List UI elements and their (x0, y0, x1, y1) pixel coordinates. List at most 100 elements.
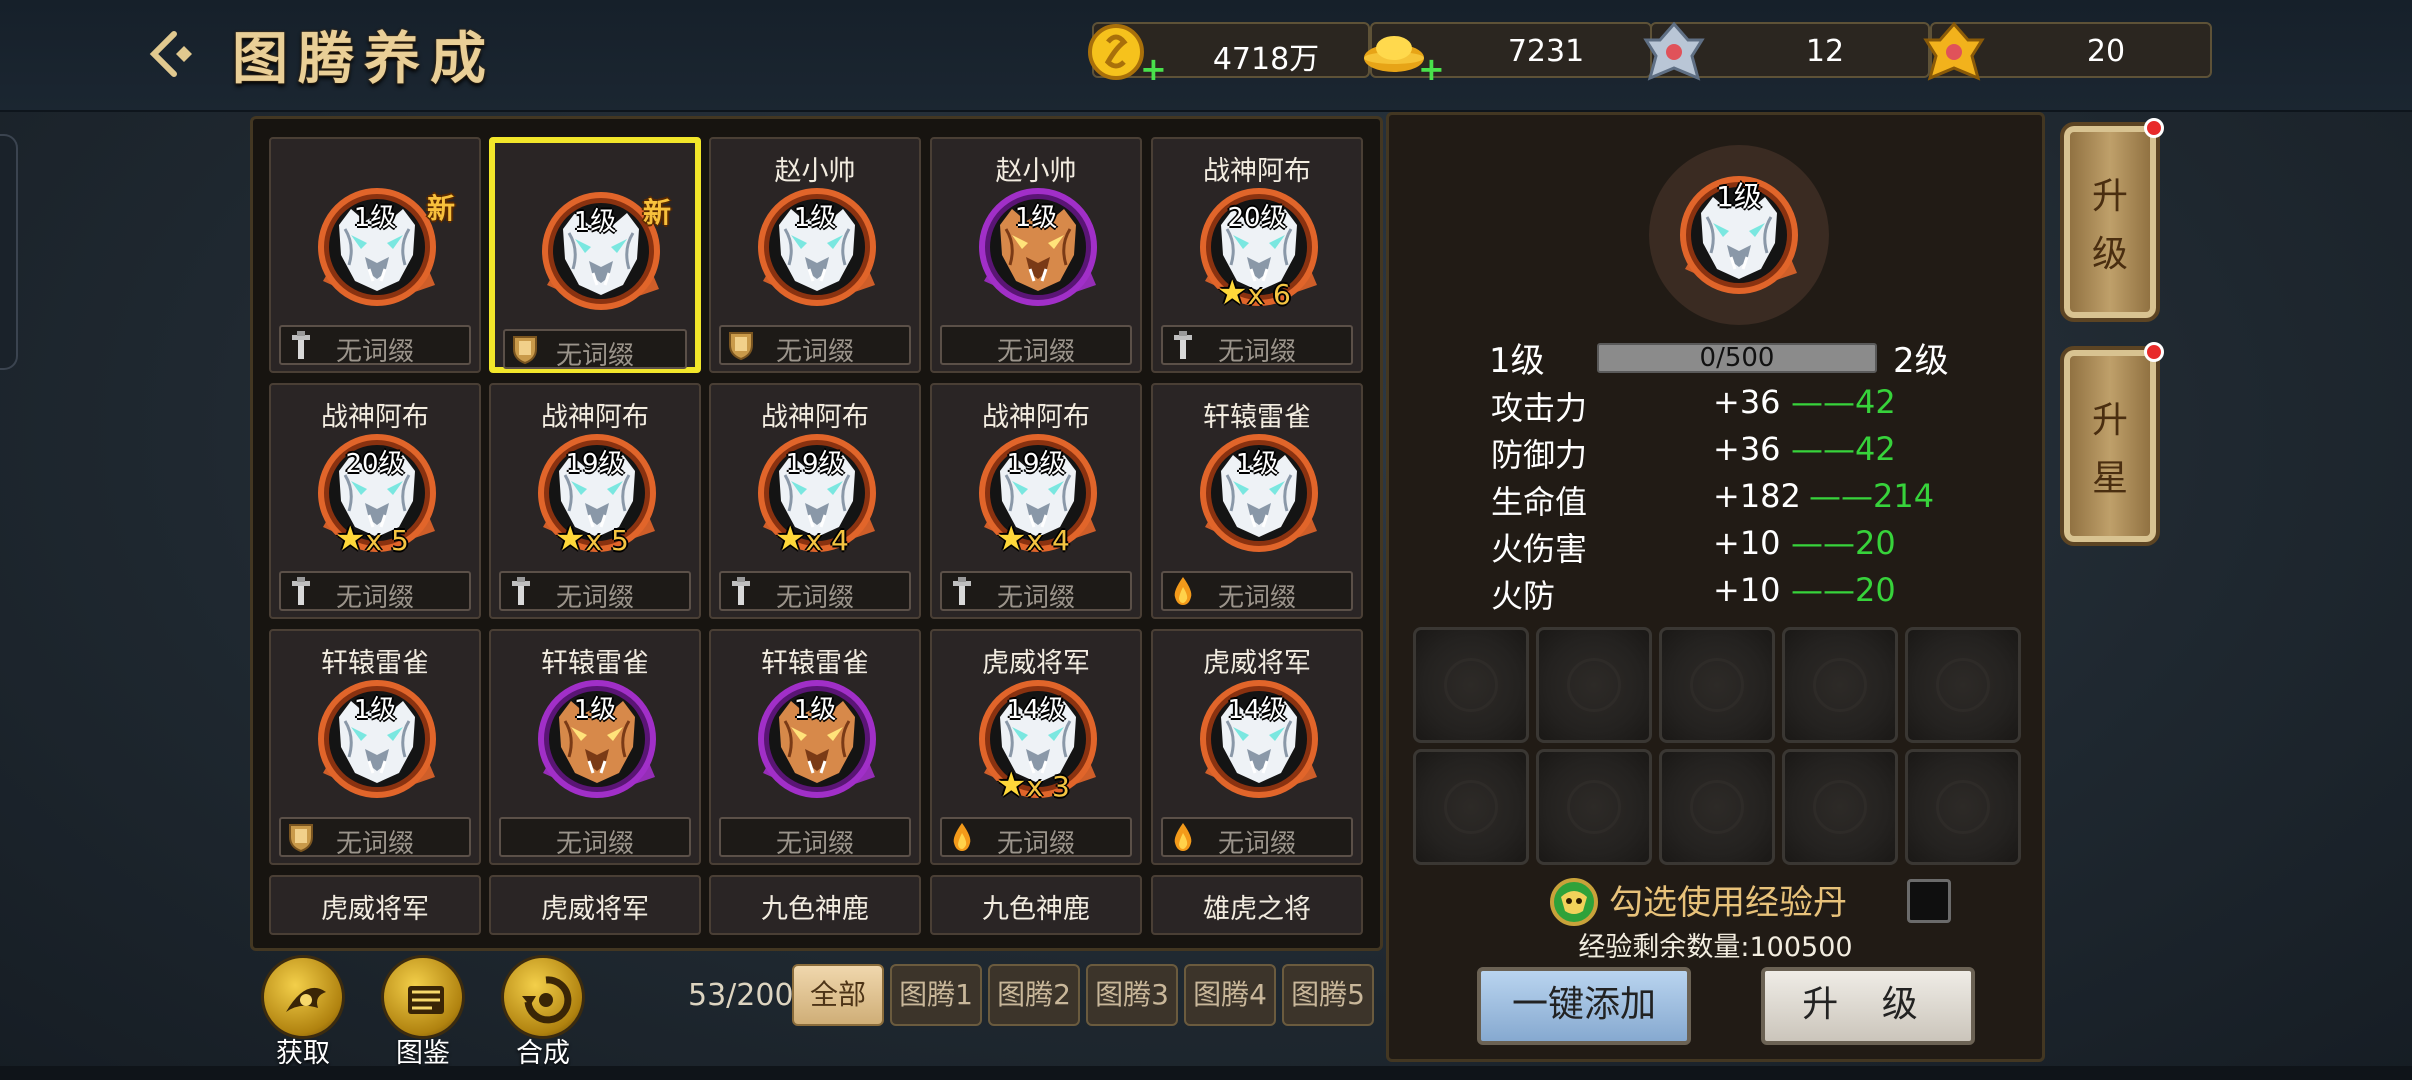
star-icon: ★ (775, 519, 806, 559)
stat-name: 生命值 (1491, 483, 1588, 521)
affix-text: 无词缀 (555, 583, 634, 613)
silver-token-icon (1643, 21, 1705, 81)
star-count-text: x 5 (365, 524, 409, 557)
stat-value: +10 (1713, 571, 1781, 609)
totem-card[interactable]: 轩辕雷雀 1级 无词缀 (489, 629, 701, 865)
star-count-text: x 6 (1247, 278, 1291, 311)
page-title: 图腾养成 (232, 26, 496, 92)
totem-grid-panel: 1级新无词缀 1级新无词缀 赵小帅 1级 无词缀 赵小帅 1级 无词缀 战神阿布 20级 ★… (250, 116, 1383, 951)
selected-totem-level: 1级 (1716, 180, 1762, 213)
totem-card[interactable]: 虎威将军 (489, 875, 701, 935)
totem-card[interactable]: 轩辕雷雀 1级 无词缀 (269, 629, 481, 865)
stat-value: +182 (1713, 477, 1801, 515)
action-obtain-button[interactable]: 获取 (258, 955, 348, 1070)
filter-tab-all[interactable]: 全部 (792, 964, 884, 1026)
material-slot[interactable] (1659, 749, 1775, 865)
affix-text: 无词缀 (335, 583, 414, 613)
empty-slot-emblem-icon (1936, 780, 1990, 834)
totem-name: 轩辕雷雀 (761, 648, 869, 679)
affix-text: 无词缀 (335, 337, 414, 367)
material-slot[interactable] (1413, 627, 1529, 743)
affix-text: 无词缀 (775, 337, 854, 367)
use-exp-pill-label: 勾选使用经验丹 (1609, 883, 1847, 923)
totem-card[interactable]: 九色神鹿 (930, 875, 1142, 935)
filter-tab-totem-2[interactable]: 图腾2 (988, 964, 1080, 1026)
stat-row: 防御力 +36 ——42 (1491, 430, 1951, 474)
totem-name: 虎威将军 (321, 894, 429, 925)
totem-card[interactable]: 虎威将军 14级 无词缀 (1151, 629, 1363, 865)
totem-card[interactable]: 九色神鹿 (709, 875, 921, 935)
add-resource-icon[interactable]: + (1140, 50, 1167, 88)
star-icon: ★ (996, 765, 1027, 805)
side-tab-star-up[interactable]: 升星 (2060, 342, 2164, 546)
totem-card[interactable]: 1级新无词缀 (269, 137, 481, 373)
totem-name: 虎威将军 (1203, 648, 1311, 679)
stat-value: +10 (1713, 524, 1781, 562)
totem-card[interactable]: 虎威将军 14级 ★x 3 无词缀 (930, 629, 1142, 865)
totem-card[interactable]: 战神阿布 20级 ★x 5 无词缀 (269, 383, 481, 619)
material-slot[interactable] (1536, 749, 1652, 865)
resource-gold-coin[interactable]: +4718万 (1088, 22, 1370, 88)
affix-box: 无词缀 (1161, 325, 1353, 367)
action-handbook-button[interactable]: 图鉴 (378, 955, 468, 1070)
star-icon: ★ (335, 519, 366, 559)
stat-row: 火防 +10 ——20 (1491, 571, 1951, 615)
totem-card[interactable]: 轩辕雷雀 1级 无词缀 (1151, 383, 1363, 619)
notification-dot (2144, 342, 2164, 362)
side-drawer-handle[interactable] (0, 134, 18, 370)
one-click-add-button[interactable]: 一键添加 (1477, 967, 1691, 1045)
totem-card[interactable]: 赵小帅 1级 无词缀 (930, 137, 1142, 373)
side-tab-upgrade[interactable]: 升级 (2060, 118, 2164, 322)
star-count-text: x 5 (585, 524, 629, 557)
filter-tab-totem-5[interactable]: 图腾5 (1282, 964, 1374, 1026)
filter-tab-totem-3[interactable]: 图腾3 (1086, 964, 1178, 1026)
filter-tab-totem-4[interactable]: 图腾4 (1184, 964, 1276, 1026)
use-exp-pill-checkbox[interactable] (1907, 879, 1951, 923)
star-count-text: x 3 (1026, 770, 1070, 803)
action-synthesize-button[interactable]: 合成 (498, 955, 588, 1070)
totem-name: 虎威将军 (541, 894, 649, 925)
affix-box: 无词缀 (940, 325, 1132, 367)
star-icon: ★ (1217, 273, 1248, 313)
material-slot[interactable] (1782, 627, 1898, 743)
back-arrow-icon[interactable] (140, 24, 200, 84)
totem-name: 战神阿布 (1203, 156, 1311, 187)
material-slot[interactable] (1659, 627, 1775, 743)
empty-slot-emblem-icon (1567, 658, 1621, 712)
totem-level: 1级 (353, 695, 397, 725)
totem-card[interactable]: 战神阿布 20级 ★x 6 无词缀 (1151, 137, 1363, 373)
star-count: ★x 4 (996, 519, 1070, 559)
affix-text: 无词缀 (1217, 337, 1296, 367)
totem-card[interactable]: 雄虎之将 (1151, 875, 1363, 935)
totem-card[interactable]: 战神阿布 19级 ★x 4 无词缀 (930, 383, 1142, 619)
gold-token-icon (1923, 21, 1985, 81)
stat-name: 火伤害 (1491, 530, 1588, 568)
material-slot[interactable] (1782, 749, 1898, 865)
exp-progress-bar: 0/500 (1597, 343, 1877, 373)
totem-card[interactable]: 轩辕雷雀 1级 无词缀 (709, 629, 921, 865)
material-slot[interactable] (1536, 627, 1652, 743)
affix-box: 无词缀 (279, 817, 471, 859)
totem-card[interactable]: 1级新无词缀 (489, 137, 701, 373)
filter-tab-totem-1[interactable]: 图腾1 (890, 964, 982, 1026)
empty-slot-emblem-icon (1444, 780, 1498, 834)
star-count: ★x 3 (996, 765, 1070, 805)
totem-card[interactable]: 虎威将军 (269, 875, 481, 935)
handbook-icon (408, 986, 444, 1014)
totem-card[interactable]: 战神阿布 19级 ★x 5 无词缀 (489, 383, 701, 619)
add-resource-icon[interactable]: + (1418, 50, 1445, 88)
affix-box: 无词缀 (719, 817, 911, 859)
material-slot[interactable] (1413, 749, 1529, 865)
totem-card[interactable]: 战神阿布 19级 ★x 4 无词缀 (709, 383, 921, 619)
material-slot[interactable] (1905, 749, 2021, 865)
totem-level: 14级 (1006, 695, 1066, 725)
resource-value: 7231 (1507, 34, 1585, 69)
totem-card[interactable]: 赵小帅 1级 无词缀 (709, 137, 921, 373)
upgrade-button[interactable]: 升 级 (1761, 967, 1975, 1045)
resource-value: 12 (1805, 34, 1845, 69)
star-icon: ★ (996, 519, 1027, 559)
stat-next-value: ——214 (1809, 477, 1935, 515)
affix-box: 无词缀 (940, 817, 1132, 859)
resource-gold-ingot[interactable]: +7231 (1364, 22, 1652, 88)
material-slot[interactable] (1905, 627, 2021, 743)
